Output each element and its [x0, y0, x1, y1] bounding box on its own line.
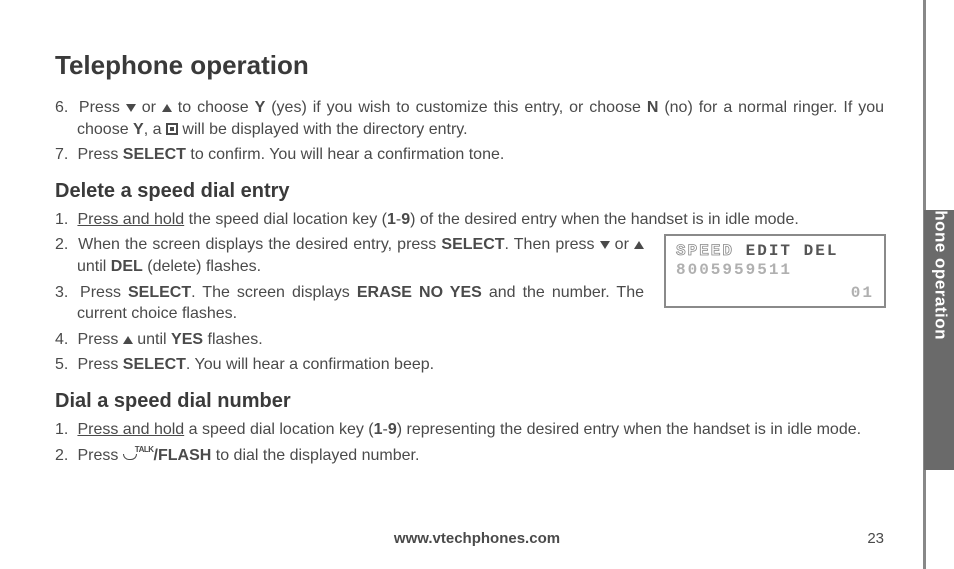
delete-step-1: 1. Press and hold the speed dial locatio… — [55, 209, 884, 231]
heading-dial: Dial a speed dial number — [55, 390, 884, 413]
page-content: Telephone operation 6. Press or to choos… — [0, 0, 954, 569]
down-arrow-icon — [126, 104, 136, 112]
step-7: 7. Press SELECT to confirm. You will hea… — [55, 144, 884, 166]
page-number: 23 — [867, 530, 884, 547]
lcd-line-2: 8005959511 — [676, 261, 874, 280]
page-title: Telephone operation — [55, 50, 884, 81]
up-arrow-icon — [162, 104, 172, 112]
step-6: 6. Press or to choose Y (yes) if you wis… — [55, 97, 884, 140]
talk-icon — [123, 450, 135, 460]
down-arrow-icon — [600, 241, 610, 249]
delete-step-5: 5. Press SELECT. You will hear a confirm… — [55, 354, 884, 376]
up-arrow-icon — [634, 241, 644, 249]
lcd-line-1: SPEED EDIT DEL — [676, 242, 874, 261]
lcd-line-3: 01 — [676, 284, 874, 303]
directory-icon — [166, 123, 178, 135]
heading-delete: Delete a speed dial entry — [55, 180, 884, 203]
delete-step-4: 4. Press until YES flashes. — [55, 329, 884, 351]
dial-steps: 1. Press and hold a speed dial location … — [55, 419, 884, 466]
lcd-display: SPEED EDIT DEL 8005959511 01 — [664, 234, 886, 308]
dial-step-1: 1. Press and hold a speed dial location … — [55, 419, 884, 441]
up-arrow-icon — [123, 336, 133, 344]
steps-continued: 6. Press or to choose Y (yes) if you wis… — [55, 97, 884, 166]
dial-step-2: 2. Press TALK/FLASH to dial the displaye… — [55, 445, 884, 467]
footer-url: www.vtechphones.com — [0, 530, 954, 547]
